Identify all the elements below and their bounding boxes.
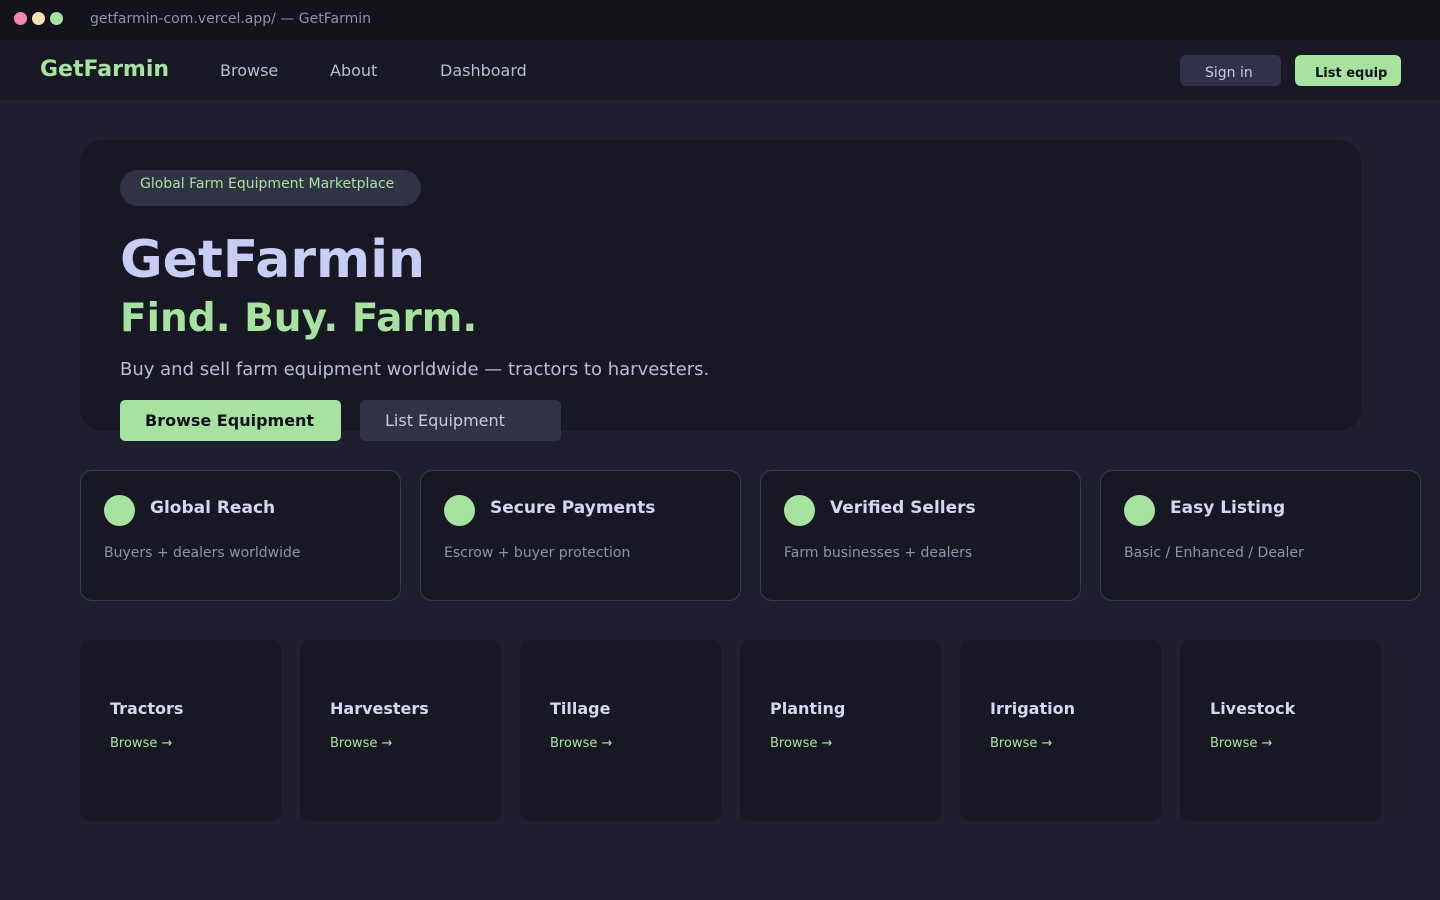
nav-link-browse[interactable]: Browse [220,61,278,80]
category-browse-link[interactable]: Browse → [110,736,172,751]
category-browse-link[interactable]: Browse → [550,736,612,751]
brand-logo[interactable]: GetFarmin [40,57,169,82]
close-window-button[interactable] [14,12,27,25]
category-browse-link[interactable]: Browse → [330,736,392,751]
browse-equipment-button[interactable]: Browse Equipment [120,400,341,441]
category-title: Planting [770,699,846,718]
window-title: getfarmin-com.vercel.app/ — GetFarmin [90,11,371,27]
feature-title: Verified Sellers [830,498,976,518]
list-equipment-button[interactable]: List Equipment [360,400,561,441]
minimize-window-button[interactable] [32,12,45,25]
feature-dot-icon [444,495,475,526]
category-card-harvesters[interactable]: Harvesters Browse → [300,640,501,821]
feature-description: Buyers + dealers worldwide [104,545,301,561]
category-card-tillage[interactable]: Tillage Browse → [520,640,721,821]
hero-title: GetFarmin [120,230,426,290]
hero-subtitle: Buy and sell farm equipment worldwide — … [120,359,710,380]
category-title: Tillage [550,699,611,718]
category-title: Livestock [1210,699,1296,718]
category-title: Harvesters [330,699,429,718]
category-card-planting[interactable]: Planting Browse → [740,640,941,821]
category-title: Tractors [110,699,184,718]
feature-title: Global Reach [150,498,276,518]
nav-link-dashboard[interactable]: Dashboard [440,61,527,80]
hero-badge: Global Farm Equipment Marketplace [120,170,421,206]
feature-card-verified-sellers: Verified Sellers Farm businesses + deale… [760,470,1081,601]
feature-description: Basic / Enhanced / Dealer [1124,545,1304,561]
maximize-window-button[interactable] [50,12,63,25]
feature-dot-icon [104,495,135,526]
category-browse-link[interactable]: Browse → [770,736,832,751]
category-title: Irrigation [990,699,1075,718]
feature-card-secure-payments: Secure Payments Escrow + buyer protectio… [420,470,741,601]
sign-in-button[interactable]: Sign in [1180,55,1281,86]
feature-description: Farm businesses + dealers [784,545,973,561]
feature-dot-icon [1124,495,1155,526]
feature-card-easy-listing: Easy Listing Basic / Enhanced / Dealer [1100,470,1421,601]
list-equipment-nav-button[interactable]: List equip [1295,55,1401,86]
category-card-livestock[interactable]: Livestock Browse → [1180,640,1381,821]
feature-title: Secure Payments [490,498,656,518]
top-nav: GetFarmin Browse About Dashboard Sign in… [0,40,1440,100]
nav-link-about[interactable]: About [330,61,377,80]
hero-tagline: Find. Buy. Farm. [120,296,478,341]
feature-description: Escrow + buyer protection [444,545,631,561]
category-card-tractors[interactable]: Tractors Browse → [80,640,281,821]
hero-section: Global Farm Equipment Marketplace GetFar… [80,140,1361,441]
feature-title: Easy Listing [1170,498,1286,518]
category-browse-link[interactable]: Browse → [990,736,1052,751]
category-card-irrigation[interactable]: Irrigation Browse → [960,640,1161,821]
window-titlebar: getfarmin-com.vercel.app/ — GetFarmin [0,0,1440,40]
feature-card-global-reach: Global Reach Buyers + dealers worldwide [80,470,401,601]
category-browse-link[interactable]: Browse → [1210,736,1272,751]
feature-dot-icon [784,495,815,526]
